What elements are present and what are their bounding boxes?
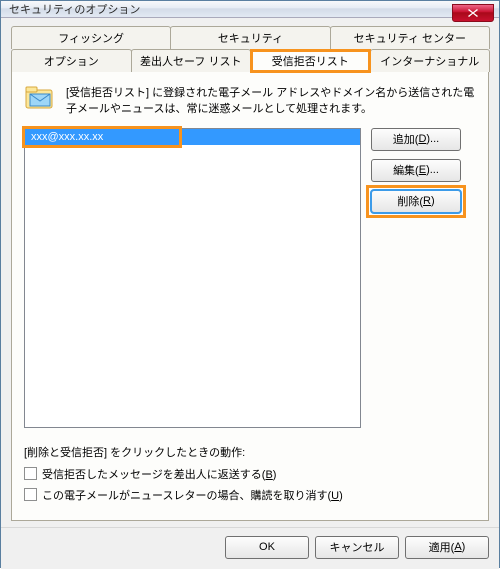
dialog-body: フィッシング セキュリティ セキュリティ センター オプション 差出人セーフ リ… bbox=[1, 18, 499, 527]
add-button-label: 追加( bbox=[393, 131, 419, 147]
folder-icon bbox=[24, 84, 56, 112]
option-bounce-text: 受信拒否したメッセージを差出人に返送する(B) bbox=[42, 466, 276, 482]
tab-control: フィッシング セキュリティ セキュリティ センター オプション 差出人セーフ リ… bbox=[11, 26, 489, 521]
list-and-buttons: xxx@xxx.xx.xx 追加(D)... 編集(E)... 削除(R) bbox=[24, 128, 476, 428]
remove-button-label: 削除( bbox=[397, 193, 423, 209]
edit-button-suffix: )... bbox=[426, 164, 439, 176]
remove-button[interactable]: 削除(R) bbox=[371, 190, 461, 213]
tab-phishing[interactable]: フィッシング bbox=[11, 26, 171, 49]
description-row: [受信拒否リスト] に登録された電子メール アドレスやドメイン名から送信された電… bbox=[24, 84, 476, 118]
tab-security[interactable]: セキュリティ bbox=[170, 26, 330, 49]
tab-row-2: オプション 差出人セーフ リスト 受信拒否リスト インターナショナル bbox=[11, 49, 489, 72]
tab-security-center[interactable]: セキュリティ センター bbox=[330, 26, 490, 49]
option-bounce-row[interactable]: 受信拒否したメッセージを差出人に返送する(B) bbox=[24, 466, 476, 482]
tab-safe-senders[interactable]: 差出人セーフ リスト bbox=[131, 49, 252, 72]
apply-button-accel: A bbox=[454, 541, 461, 553]
security-options-window: セキュリティのオプション フィッシング セキュリティ セキュリティ センター オ… bbox=[0, 0, 500, 568]
tab-international[interactable]: インターナショナル bbox=[370, 49, 491, 72]
close-button[interactable] bbox=[452, 4, 494, 22]
remove-button-suffix: ) bbox=[431, 195, 435, 207]
titlebar: セキュリティのオプション bbox=[1, 1, 499, 18]
add-button[interactable]: 追加(D)... bbox=[371, 128, 461, 151]
ok-button[interactable]: OK bbox=[225, 536, 309, 559]
remove-button-accel: R bbox=[423, 195, 431, 207]
edit-button[interactable]: 編集(E)... bbox=[371, 159, 461, 182]
tab-panel-blocked-senders: [受信拒否リスト] に登録された電子メール アドレスやドメイン名から送信された電… bbox=[11, 71, 489, 521]
add-button-accel: D bbox=[418, 133, 426, 145]
options-block: [削除と受信拒否] をクリックしたときの動作: 受信拒否したメッセージを差出人に… bbox=[24, 444, 476, 508]
option-unsubscribe-row[interactable]: この電子メールがニュースレターの場合、購読を取り消す(U) bbox=[24, 487, 476, 503]
edit-button-accel: E bbox=[419, 164, 426, 176]
edit-button-label: 編集( bbox=[393, 162, 419, 178]
cancel-button[interactable]: キャンセル bbox=[315, 536, 399, 559]
add-button-suffix: )... bbox=[426, 133, 439, 145]
options-label: [削除と受信拒否] をクリックしたときの動作: bbox=[24, 444, 476, 460]
dialog-button-row: OK キャンセル 適用(A) bbox=[1, 527, 499, 569]
list-item[interactable]: xxx@xxx.xx.xx bbox=[25, 129, 360, 145]
apply-button-suffix: ) bbox=[462, 541, 466, 553]
apply-button[interactable]: 適用(A) bbox=[405, 536, 489, 559]
close-icon bbox=[468, 9, 478, 17]
remove-button-highlight: 削除(R) bbox=[371, 190, 461, 213]
tab-options[interactable]: オプション bbox=[11, 49, 132, 72]
window-title: セキュリティのオプション bbox=[9, 1, 140, 17]
option-unsubscribe-checkbox[interactable] bbox=[24, 488, 37, 501]
tab-row-1: フィッシング セキュリティ セキュリティ センター bbox=[11, 26, 489, 49]
option-bounce-checkbox[interactable] bbox=[24, 467, 37, 480]
blocked-senders-listbox[interactable]: xxx@xxx.xx.xx bbox=[24, 128, 361, 428]
description-text: [受信拒否リスト] に登録された電子メール アドレスやドメイン名から送信された電… bbox=[66, 84, 476, 118]
option-unsubscribe-text: この電子メールがニュースレターの場合、購読を取り消す(U) bbox=[42, 487, 343, 503]
button-column: 追加(D)... 編集(E)... 削除(R) bbox=[371, 128, 461, 428]
tab-blocked-senders[interactable]: 受信拒否リスト bbox=[250, 49, 371, 72]
apply-button-label: 適用( bbox=[429, 539, 455, 555]
